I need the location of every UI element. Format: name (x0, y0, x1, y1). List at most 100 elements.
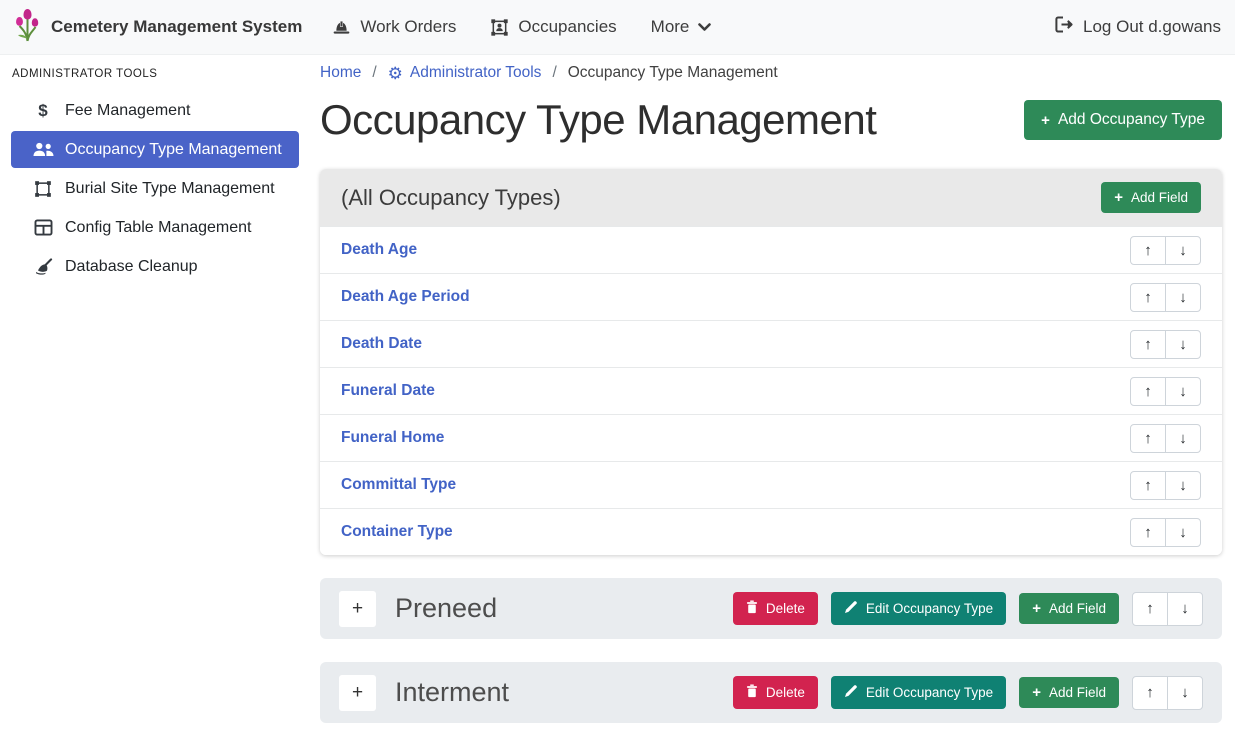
table-icon (30, 219, 56, 236)
sidebar-item-database-cleanup[interactable]: Database Cleanup (11, 248, 299, 285)
arrow-up-icon: ↑ (1146, 600, 1154, 617)
plus-icon: + (352, 682, 363, 704)
field-row: Funeral Date ↑ ↓ (320, 367, 1222, 414)
field-row: Death Age Period ↑ ↓ (320, 273, 1222, 320)
logout-icon (1055, 16, 1074, 38)
plus-icon: + (1041, 113, 1050, 128)
field-link-death-age-period[interactable]: Death Age Period (341, 288, 470, 306)
vector-square-icon (30, 180, 56, 198)
sidebar-item-label: Config Table Management (65, 219, 252, 237)
add-occupancy-type-button[interactable]: + Add Occupancy Type (1024, 100, 1222, 140)
move-up-button[interactable]: ↑ (1130, 236, 1166, 265)
move-down-button[interactable]: ↓ (1165, 330, 1201, 359)
hard-hat-icon (332, 18, 351, 37)
expand-button[interactable]: + (339, 675, 376, 711)
arrow-up-icon: ↑ (1144, 430, 1152, 447)
edit-occupancy-type-button[interactable]: Edit Occupancy Type (831, 592, 1006, 625)
nav-item-more[interactable]: More (651, 17, 712, 37)
dollar-icon: $ (30, 101, 56, 121)
section-bar-interment: + Interment Delete (320, 662, 1222, 723)
expand-button[interactable]: + (339, 591, 376, 627)
delete-button[interactable]: Delete (733, 592, 818, 625)
trash-icon (746, 684, 758, 701)
move-down-button[interactable]: ↓ (1165, 471, 1201, 500)
reorder-controls: ↑ ↓ (1130, 424, 1201, 453)
move-up-button[interactable]: ↑ (1130, 377, 1166, 406)
arrow-down-icon: ↓ (1179, 477, 1187, 494)
top-navbar: Cemetery Management System Work Orders (0, 0, 1235, 55)
field-link-committal-type[interactable]: Committal Type (341, 476, 456, 494)
move-up-button[interactable]: ↑ (1132, 592, 1168, 626)
field-row: Death Age ↑ ↓ (320, 226, 1222, 273)
delete-button[interactable]: Delete (733, 676, 818, 709)
brand[interactable]: Cemetery Management System (14, 6, 302, 48)
move-down-button[interactable]: ↓ (1167, 676, 1203, 710)
move-up-button[interactable]: ↑ (1130, 283, 1166, 312)
plus-icon: + (1032, 685, 1041, 700)
section-controls: Delete Edit Occupancy Type + Add Field ↑ (733, 676, 1203, 710)
reorder-controls: ↑ ↓ (1132, 592, 1203, 626)
card-title: (All Occupancy Types) (341, 185, 561, 211)
field-link-funeral-home[interactable]: Funeral Home (341, 429, 444, 447)
field-row: Death Date ↑ ↓ (320, 320, 1222, 367)
field-row: Funeral Home ↑ ↓ (320, 414, 1222, 461)
sidebar-item-label: Fee Management (65, 102, 190, 120)
arrow-down-icon: ↓ (1179, 336, 1187, 353)
sidebar-item-occupancy-type-management[interactable]: Occupancy Type Management (11, 131, 299, 168)
move-up-button[interactable]: ↑ (1130, 424, 1166, 453)
move-up-button[interactable]: ↑ (1130, 518, 1166, 547)
sidebar-item-fee-management[interactable]: $ Fee Management (11, 92, 299, 129)
arrow-down-icon: ↓ (1181, 684, 1189, 701)
chevron-down-icon (698, 23, 711, 32)
all-occupancy-types-card: (All Occupancy Types) + Add Field Death … (320, 169, 1222, 555)
reorder-controls: ↑ ↓ (1130, 236, 1201, 265)
field-link-funeral-date[interactable]: Funeral Date (341, 382, 435, 400)
move-up-button[interactable]: ↑ (1132, 676, 1168, 710)
arrow-up-icon: ↑ (1144, 477, 1152, 494)
move-down-button[interactable]: ↓ (1165, 236, 1201, 265)
logout-button[interactable]: Log Out d.gowans (1055, 16, 1221, 38)
logout-label: Log Out d.gowans (1083, 17, 1221, 37)
arrow-up-icon: ↑ (1144, 383, 1152, 400)
sidebar-item-burial-site-type-management[interactable]: Burial Site Type Management (11, 170, 299, 207)
breadcrumb-separator: / (552, 64, 556, 82)
pencil-icon (844, 600, 858, 617)
gear-icon: ⚙ (388, 65, 403, 82)
plus-icon: + (352, 598, 363, 620)
breadcrumb-admin-tools-link[interactable]: ⚙ Administrator Tools (388, 64, 542, 82)
section-bar-preneed: + Preneed Delete (320, 578, 1222, 639)
reorder-controls: ↑ ↓ (1130, 283, 1201, 312)
field-link-death-date[interactable]: Death Date (341, 335, 422, 353)
add-field-button[interactable]: + Add Field (1101, 182, 1201, 213)
move-down-button[interactable]: ↓ (1167, 592, 1203, 626)
sidebar-item-config-table-management[interactable]: Config Table Management (11, 209, 299, 246)
reorder-controls: ↑ ↓ (1130, 377, 1201, 406)
move-down-button[interactable]: ↓ (1165, 283, 1201, 312)
section-title: Interment (395, 677, 509, 708)
move-down-button[interactable]: ↓ (1165, 518, 1201, 547)
arrow-up-icon: ↑ (1146, 684, 1154, 701)
arrow-down-icon: ↓ (1179, 289, 1187, 306)
sidebar-item-label: Occupancy Type Management (65, 141, 282, 159)
add-field-button[interactable]: + Add Field (1019, 593, 1119, 624)
field-link-death-age[interactable]: Death Age (341, 241, 417, 259)
move-up-button[interactable]: ↑ (1130, 330, 1166, 359)
move-down-button[interactable]: ↓ (1165, 377, 1201, 406)
card-header: (All Occupancy Types) + Add Field (320, 169, 1222, 226)
reorder-controls: ↑ ↓ (1130, 518, 1201, 547)
move-down-button[interactable]: ↓ (1165, 424, 1201, 453)
nav-item-work-orders[interactable]: Work Orders (332, 17, 456, 37)
breadcrumb-home-link[interactable]: Home (320, 64, 361, 82)
arrow-up-icon: ↑ (1144, 242, 1152, 259)
sidebar-item-label: Burial Site Type Management (65, 180, 275, 198)
field-link-container-type[interactable]: Container Type (341, 523, 453, 541)
page-title: Occupancy Type Management (320, 96, 876, 144)
nav-item-occupancies[interactable]: Occupancies (490, 17, 616, 37)
move-up-button[interactable]: ↑ (1130, 471, 1166, 500)
breadcrumb: Home / ⚙ Administrator Tools / Occupancy… (320, 55, 1222, 82)
edit-occupancy-type-button[interactable]: Edit Occupancy Type (831, 676, 1006, 709)
add-field-button[interactable]: + Add Field (1019, 677, 1119, 708)
breadcrumb-separator: / (372, 64, 376, 82)
nav-item-label: Work Orders (360, 17, 456, 37)
arrow-down-icon: ↓ (1179, 524, 1187, 541)
